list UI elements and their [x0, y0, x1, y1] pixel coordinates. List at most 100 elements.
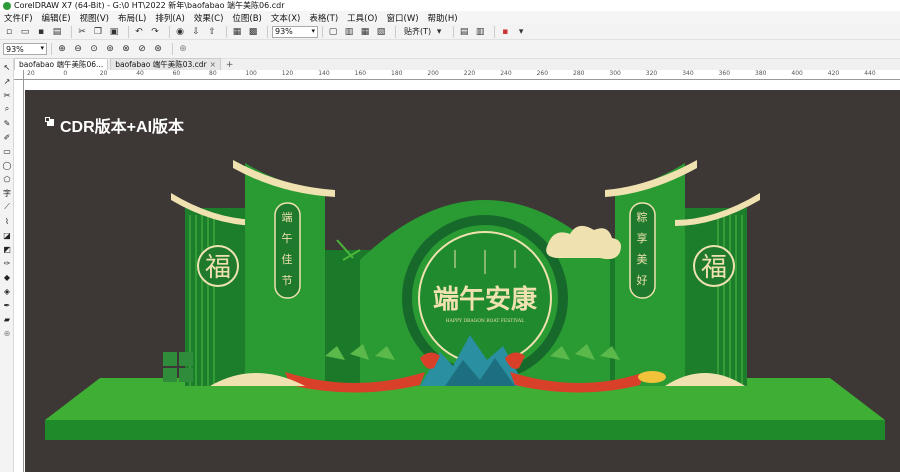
text-tool-icon[interactable]: 字	[1, 187, 13, 199]
ruler-tick-label: 300	[609, 70, 621, 77]
cut-icon[interactable]: ✂	[76, 26, 88, 38]
show-grid-icon[interactable]: ▦	[359, 26, 371, 38]
show-rulers-icon[interactable]: ▥	[343, 26, 355, 38]
options-icon[interactable]: ▤	[458, 26, 470, 38]
artistic-media-icon[interactable]: ✐	[1, 131, 13, 143]
horizontal-ruler[interactable]: 20 0 20 40 60 80 100 120 140 160 180 200 220 240 260 28…	[24, 70, 900, 80]
vertical-ruler[interactable]	[14, 80, 24, 472]
connector-tool-icon[interactable]: ⌇	[1, 215, 13, 227]
separator	[226, 25, 227, 38]
undo-icon[interactable]: ↶	[133, 26, 145, 38]
zoom-all-objects-icon[interactable]: ⊚	[104, 43, 116, 55]
tab-label: baofabao 端午美陈06...	[19, 60, 104, 69]
menu-help[interactable]: 帮助(H)	[428, 12, 458, 24]
drawing-canvas[interactable]: CDR版本+AI版本 福 端 午 佳 节 端午安康 HAPPY DRAGON B…	[24, 80, 900, 472]
zoom-selected-icon[interactable]: ⊙	[88, 43, 100, 55]
gold-ingot	[638, 371, 666, 383]
welcome-screen-icon[interactable]: ▩	[247, 26, 259, 38]
ruler-tick-label: 140	[318, 70, 330, 77]
zoom-in-icon[interactable]: ⊕	[56, 43, 68, 55]
tab-document-03[interactable]: baofabao 端午美陈03.cdr ×	[110, 58, 221, 70]
chevron-down-icon: ▾	[40, 44, 44, 52]
zoom-tool-icon[interactable]: ⌕	[1, 103, 13, 115]
menu-arrange[interactable]: 排列(A)	[155, 12, 184, 24]
ruler-origin[interactable]	[14, 70, 24, 80]
separator	[172, 43, 173, 55]
new-document-icon[interactable]: ▫	[3, 26, 15, 38]
platform-front	[45, 420, 885, 440]
zoom-level-select[interactable]: 93% ▾	[272, 25, 318, 38]
menu-effects[interactable]: 效果(C)	[194, 12, 224, 24]
transparency-tool-icon[interactable]: ◩	[1, 243, 13, 255]
zoom-page-width-icon[interactable]: ⊘	[136, 43, 148, 55]
color-eyedropper-icon[interactable]: ✑	[1, 257, 13, 269]
freehand-tool-icon[interactable]: ✎	[1, 117, 13, 129]
paste-icon[interactable]: ▣	[108, 26, 120, 38]
property-bar: 93% ▾ ⊕ ⊖ ⊙ ⊚ ⊗ ⊘ ⊛ ⊕	[0, 40, 900, 59]
separator	[395, 25, 396, 38]
artwork-drawing[interactable]: 福 端 午 佳 节 端午安康 HAPPY DRAGON BOAT FESTIVA…	[25, 90, 900, 472]
separator	[453, 25, 455, 38]
import-icon[interactable]: ⇩	[190, 26, 202, 38]
menu-view[interactable]: 视图(V)	[80, 12, 109, 24]
redo-icon[interactable]: ↷	[149, 26, 161, 38]
document-tabs: baofabao 端午美陈06... baofabao 端午美陈03.cdr × …	[14, 58, 234, 70]
left-panel-char: 端	[282, 211, 293, 224]
left-panel-char: 节	[282, 274, 293, 287]
interactive-fill-icon[interactable]: ◆	[1, 271, 13, 283]
fill-icon[interactable]: ▰	[1, 313, 13, 325]
menu-window[interactable]: 窗口(W)	[387, 12, 419, 24]
smart-fill-icon[interactable]: ◈	[1, 285, 13, 297]
tab-document-06[interactable]: baofabao 端午美陈06...	[14, 58, 109, 70]
right-panel-char: 粽	[637, 210, 648, 224]
menu-edit[interactable]: 编辑(E)	[42, 12, 71, 24]
full-screen-preview-icon[interactable]: ▢	[327, 26, 339, 38]
open-folder-icon[interactable]: ▭	[19, 26, 31, 38]
ruler-tick-label: 200	[427, 70, 439, 77]
menu-bitmaps[interactable]: 位图(B)	[232, 12, 261, 24]
separator	[71, 25, 72, 38]
pick-tool-icon[interactable]: ↖	[1, 61, 13, 73]
shape-tool-icon[interactable]: ↗	[1, 75, 13, 87]
menu-file[interactable]: 文件(F)	[4, 12, 33, 24]
search-content-icon[interactable]: ◉	[174, 26, 186, 38]
chevron-down-icon[interactable]: ▾	[515, 26, 527, 38]
menu-tools[interactable]: 工具(O)	[347, 12, 377, 24]
zoom-level-value: 93%	[275, 27, 293, 36]
print-icon[interactable]: ▤	[51, 26, 63, 38]
add-tab-icon[interactable]: +	[226, 60, 234, 70]
app-options-icon[interactable]: ▥	[474, 26, 486, 38]
app-launcher-icon[interactable]: ▦	[231, 26, 243, 38]
zoom-page-height-icon[interactable]: ⊛	[152, 43, 164, 55]
outline-pen-icon[interactable]: ✒	[1, 299, 13, 311]
ellipse-tool-icon[interactable]: ◯	[1, 159, 13, 171]
ruler-tick-label: 400	[791, 70, 803, 77]
save-icon[interactable]: ▪	[35, 26, 47, 38]
center-subtitle: HAPPY DRAGON BOAT FESTIVAL	[446, 318, 525, 324]
property-zoom-select[interactable]: 93% ▾	[3, 43, 47, 55]
ruler-tick-label: 40	[136, 70, 144, 77]
copy-icon[interactable]: ❐	[92, 26, 104, 38]
right-fu-char: 福	[701, 253, 727, 283]
separator	[267, 25, 268, 38]
drop-shadow-icon[interactable]: ◪	[1, 229, 13, 241]
menu-table[interactable]: 表格(T)	[309, 12, 338, 24]
crop-tool-icon[interactable]: ✂	[1, 89, 13, 101]
rectangle-tool-icon[interactable]: ▭	[1, 145, 13, 157]
add-preset-icon[interactable]: ⊕	[177, 43, 189, 55]
polygon-tool-icon[interactable]: ⬠	[1, 173, 13, 185]
color-style-icon[interactable]: ▪	[499, 26, 511, 38]
zoom-page-icon[interactable]: ⊗	[120, 43, 132, 55]
close-icon[interactable]: ×	[210, 60, 216, 69]
left-panel-char: 佳	[282, 252, 293, 266]
snap-to-menu[interactable]: 贴齐(T)	[404, 26, 431, 37]
chevron-down-icon: ▾	[311, 26, 315, 35]
add-tool-icon[interactable]: ⊕	[1, 327, 13, 339]
menu-layout[interactable]: 布局(L)	[118, 12, 146, 24]
chevron-down-icon[interactable]: ▾	[433, 26, 445, 38]
parallel-dimension-icon[interactable]: ⟋	[1, 201, 13, 213]
show-guidelines-icon[interactable]: ▧	[375, 26, 387, 38]
export-icon[interactable]: ⇧	[206, 26, 218, 38]
menu-text[interactable]: 文本(X)	[271, 12, 300, 24]
zoom-out-icon[interactable]: ⊖	[72, 43, 84, 55]
